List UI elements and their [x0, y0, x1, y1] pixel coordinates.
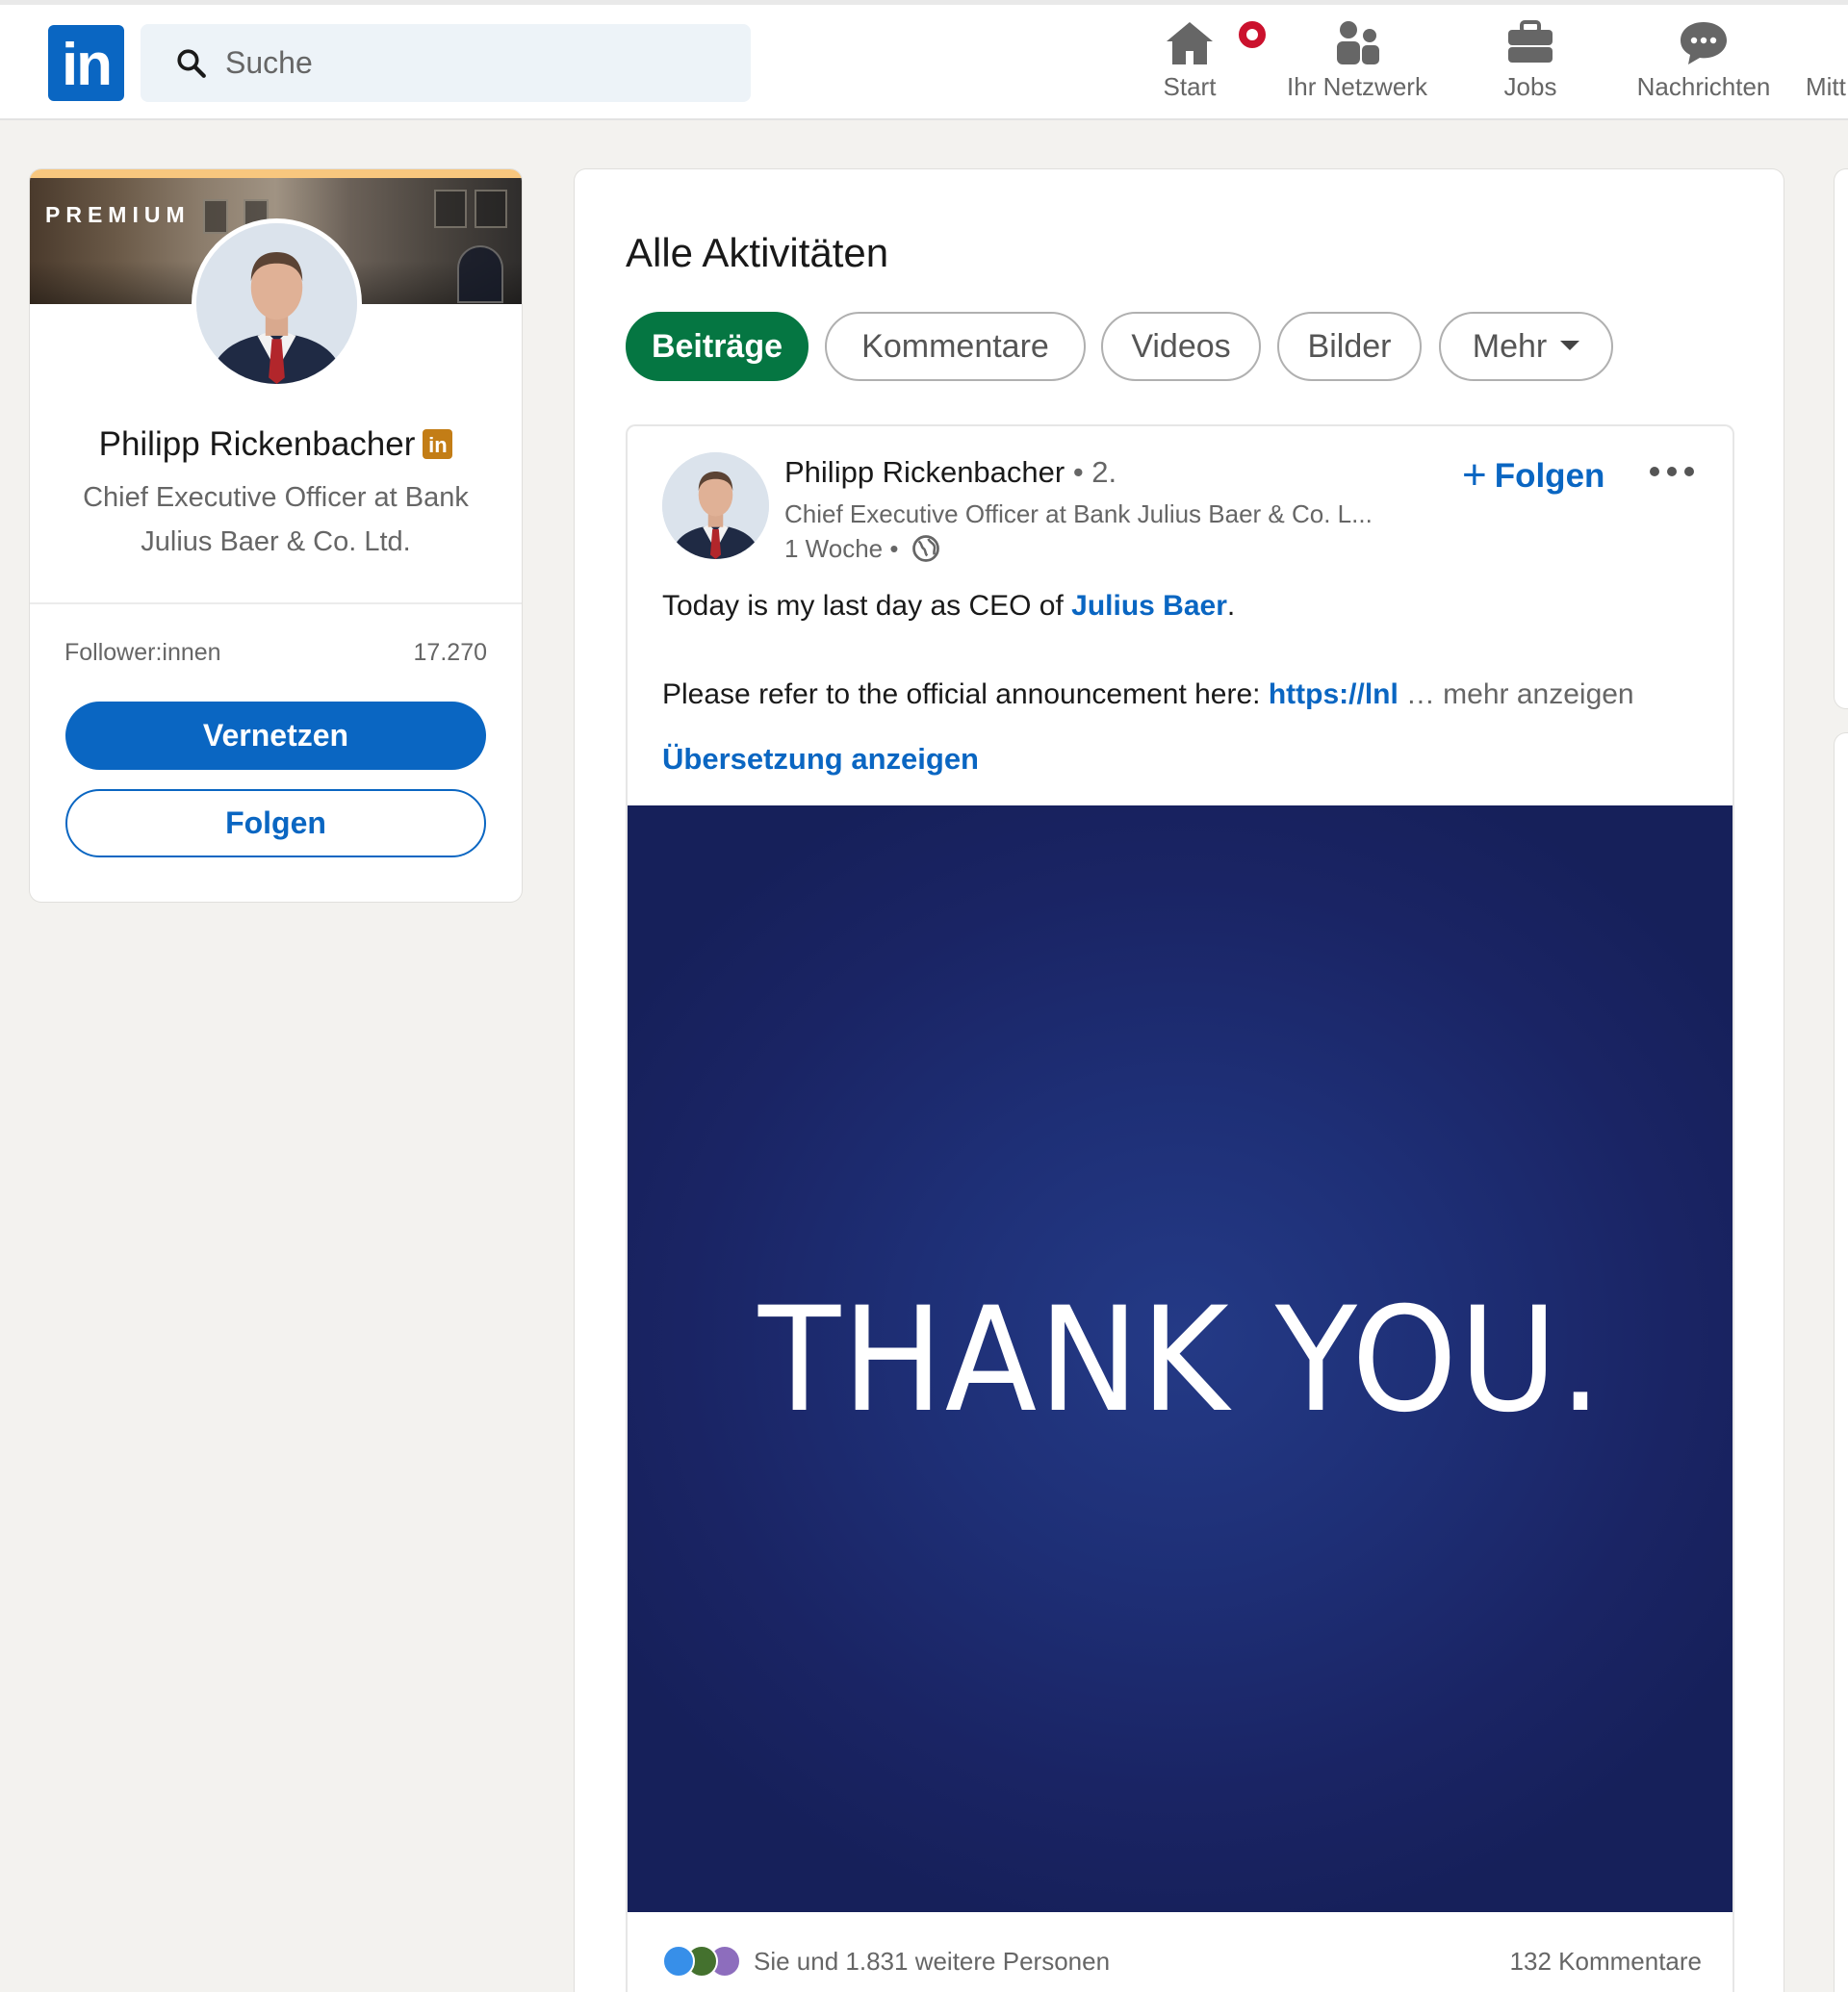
nav-label-network: Ihr Netzwerk	[1287, 72, 1427, 101]
banner-building-window	[203, 199, 228, 234]
nav-item-start[interactable]: Start	[1142, 18, 1269, 115]
followers-count: 17.270	[413, 639, 487, 666]
search-input[interactable]	[225, 24, 726, 102]
connect-button[interactable]: Vernetzen	[65, 702, 486, 770]
nav-item-network[interactable]: Ihr Netzwerk	[1280, 18, 1434, 115]
profile-avatar[interactable]	[192, 218, 362, 389]
profile-headline: Chief Executive Officer at Bank Julius B…	[83, 482, 469, 557]
post-follow-button[interactable]: + Folgen	[1462, 449, 1604, 498]
banner-archway	[457, 245, 503, 303]
search-bar[interactable]	[141, 24, 751, 102]
post-image-text: THANK YOU.	[757, 1277, 1604, 1444]
post-author-name[interactable]: Philipp Rickenbacher • 2.	[784, 455, 1116, 490]
right-rail-card	[1835, 733, 1848, 1992]
right-rail-card	[1835, 169, 1848, 708]
comments-count[interactable]: 132 Kommentare	[1510, 1947, 1702, 1977]
nav-label-messages: Nachrichten	[1636, 72, 1771, 101]
top-navigation: in Start Ihr Netzwerk Jobs	[0, 0, 1848, 120]
plus-icon: +	[1462, 451, 1487, 498]
notification-badge	[1236, 18, 1269, 51]
post-text-line-2: Please refer to the official announcemen…	[662, 678, 1721, 711]
premium-accent-bar	[30, 169, 522, 178]
network-icon	[1337, 21, 1379, 64]
like-reaction-icon	[662, 1945, 695, 1978]
caret-down-icon	[1560, 341, 1580, 351]
mention-link[interactable]: Julius Baer	[1071, 590, 1227, 622]
show-more-link[interactable]: … mehr anzeigen	[1406, 678, 1634, 710]
linkedin-premium-badge-icon: in	[423, 429, 453, 460]
tab-bilder[interactable]: Bilder	[1277, 312, 1422, 381]
banner-building-window	[475, 190, 507, 228]
premium-label: PREMIUM	[45, 202, 191, 227]
post-text2-before: Please refer to the official announcemen…	[662, 678, 1269, 710]
profile-name[interactable]: Philipp Rickenbacher in	[30, 425, 522, 464]
nav-label-notifications: Mitt	[1806, 72, 1846, 101]
more-options-icon[interactable]	[1648, 465, 1696, 478]
reactions-icons[interactable]	[662, 1945, 745, 1979]
tab-mehr[interactable]: Mehr	[1439, 312, 1613, 381]
nav-label-jobs: Jobs	[1503, 72, 1557, 101]
social-counts: Sie und 1.831 weitere Personen 132 Komme…	[662, 1941, 1702, 1989]
follow-button[interactable]: Folgen	[65, 789, 486, 857]
home-icon	[1167, 22, 1213, 64]
nav-item-notifications[interactable]: Mitt	[1806, 18, 1848, 115]
followers-label: Follower:innen	[64, 639, 221, 666]
globe-icon	[911, 535, 939, 562]
post-follow-label: Folgen	[1494, 457, 1605, 495]
author-photo	[662, 452, 769, 559]
banner-building-window	[434, 190, 467, 228]
post-author-name-text: Philipp Rickenbacher	[784, 455, 1065, 489]
post-text-line-1: Today is my last day as CEO of Julius Ba…	[662, 590, 1711, 623]
divider	[30, 602, 522, 604]
messages-icon	[1681, 22, 1727, 64]
nav-label-start: Start	[1163, 72, 1217, 101]
briefcase-icon	[1508, 20, 1553, 63]
post-time-text: 1 Woche •	[784, 534, 899, 563]
tab-kommentare[interactable]: Kommentare	[825, 312, 1086, 381]
profile-photo	[196, 223, 357, 384]
reactions-count[interactable]: Sie und 1.831 weitere Personen	[754, 1947, 1110, 1977]
post: Philipp Rickenbacher • 2. Chief Executiv…	[626, 424, 1734, 1992]
post-image[interactable]: THANK YOU.	[628, 805, 1732, 1912]
tab-mehr-label: Mehr	[1472, 328, 1548, 365]
post-text-after: .	[1226, 590, 1236, 622]
nav-item-jobs[interactable]: Jobs	[1482, 18, 1578, 115]
post-text-before: Today is my last day as CEO of	[662, 590, 1072, 622]
connection-degree: • 2.	[1072, 455, 1117, 489]
tab-videos[interactable]: Videos	[1101, 312, 1261, 381]
post-timestamp: 1 Woche •	[784, 534, 940, 565]
post-author-headline: Chief Executive Officer at Bank Julius B…	[784, 499, 1373, 528]
tab-beitraege[interactable]: Beiträge	[626, 312, 808, 381]
activity-card: Alle Aktivitäten Beiträge Kommentare Vid…	[575, 169, 1784, 1992]
post-author-avatar[interactable]	[662, 452, 769, 559]
linkedin-logo[interactable]: in	[48, 25, 124, 101]
activity-title: Alle Aktivitäten	[626, 230, 889, 275]
show-translation-link[interactable]: Übersetzung anzeigen	[662, 742, 979, 777]
search-icon	[177, 49, 206, 78]
announcement-link[interactable]: https://lnl	[1269, 678, 1399, 710]
profile-name-text: Philipp Rickenbacher	[98, 425, 416, 463]
nav-item-messages[interactable]: Nachrichten	[1631, 18, 1776, 115]
profile-card: PREMIUM Philipp Rickenbacher in Chief Exe…	[30, 169, 522, 902]
